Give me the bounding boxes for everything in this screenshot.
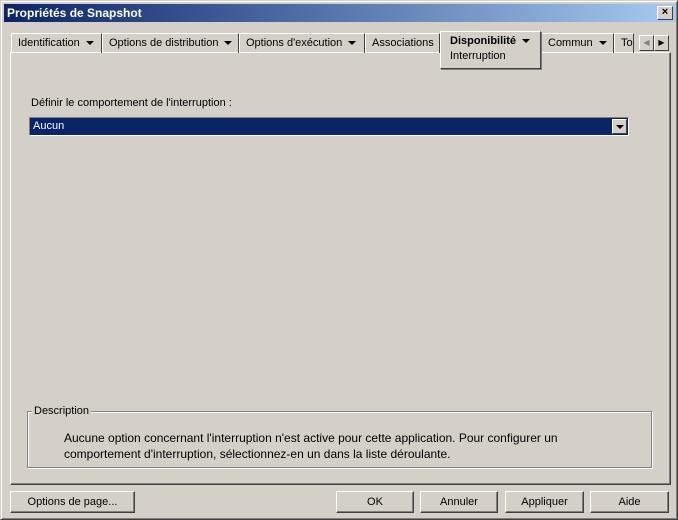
tab-options-distribution[interactable]: Options de distribution	[102, 33, 239, 53]
tab-label: Associations	[372, 37, 434, 49]
tab-label: Options de distribution	[109, 37, 219, 49]
tab-options-execution[interactable]: Options d'exécution	[239, 33, 365, 53]
chevron-down-icon[interactable]	[85, 41, 94, 46]
properties-dialog: Propriétés de Snapshot × Identification …	[0, 0, 678, 520]
tab-label: To	[621, 37, 633, 49]
close-button[interactable]: ×	[657, 6, 673, 20]
title-bar: Propriétés de Snapshot ×	[4, 4, 676, 22]
tab-label: Options d'exécution	[246, 37, 343, 49]
help-button[interactable]: Aide	[590, 491, 669, 513]
interruption-behavior-select[interactable]: Aucun	[29, 117, 629, 136]
ok-button[interactable]: OK	[336, 491, 414, 513]
description-legend: Description	[32, 405, 92, 417]
tab-label: Disponibilité	[450, 35, 516, 47]
apply-button[interactable]: Appliquer	[505, 491, 584, 513]
window-title: Propriétés de Snapshot	[7, 6, 142, 20]
tab-commun[interactable]: Commun	[541, 33, 614, 53]
select-value: Aucun	[33, 120, 65, 132]
tab-label: Identification	[18, 37, 80, 49]
chevron-down-icon[interactable]	[348, 41, 357, 46]
description-text: Aucune option concernant l'interruption …	[64, 431, 558, 461]
page-options-button[interactable]: Options de page...	[10, 491, 135, 513]
tab-disponibilite[interactable]: Disponibilité Interruption	[440, 31, 541, 69]
description-group: Description Aucune option concernant l'i…	[27, 405, 652, 468]
interruption-behavior-label: Définir le comportement de l'interruptio…	[31, 97, 232, 109]
chevron-down-icon[interactable]	[522, 39, 530, 44]
chevron-down-icon[interactable]	[598, 41, 607, 46]
cancel-button[interactable]: Annuler	[420, 491, 498, 513]
tab-identification[interactable]: Identification	[11, 33, 102, 53]
chevron-down-icon[interactable]	[224, 41, 233, 46]
dropdown-arrow-icon[interactable]	[612, 119, 627, 134]
subtab-interruption[interactable]: Interruption	[450, 50, 540, 63]
tab-label: Commun	[548, 37, 593, 49]
tab-scroll-right-icon[interactable]: ▶	[654, 35, 669, 51]
tab-truncated[interactable]: To	[614, 33, 634, 53]
tab-scroll-left-icon[interactable]: ◀	[639, 35, 654, 51]
tab-associations[interactable]: Associations	[365, 33, 440, 53]
